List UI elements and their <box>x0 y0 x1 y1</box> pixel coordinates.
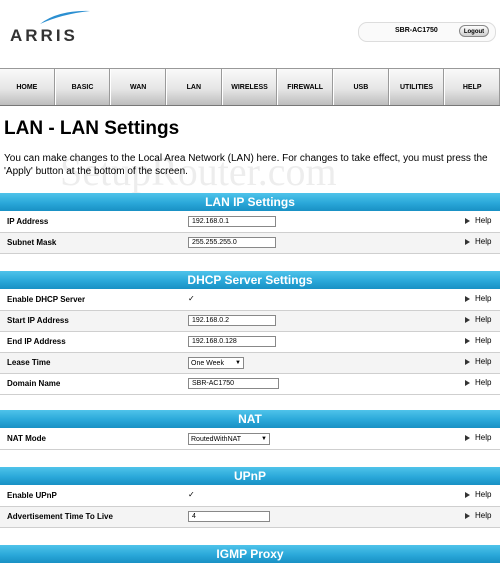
chevron-down-icon: ▼ <box>261 436 267 442</box>
lease-time-label: Lease Time <box>7 358 51 367</box>
main-nav: HOME BASIC WAN LAN WIRELESS FIREWALL USB… <box>0 68 500 106</box>
help-link-enable-dhcp[interactable]: Help <box>465 294 491 303</box>
help-link-nat-mode[interactable]: Help <box>465 433 491 442</box>
nav-utilities[interactable]: UTILITIES <box>388 69 445 105</box>
help-link-subnet-mask[interactable]: Help <box>465 237 491 246</box>
section-header-lan-ip: LAN IP Settings <box>0 193 500 211</box>
nav-help[interactable]: HELP <box>444 69 500 105</box>
page-intro: You can make changes to the Local Area N… <box>4 153 488 177</box>
enable-upnp-checkbox[interactable]: ✓ <box>188 491 196 499</box>
subnet-mask-label: Subnet Mask <box>7 238 57 247</box>
enable-dhcp-checkbox[interactable]: ✓ <box>188 295 196 303</box>
section-header-nat: NAT <box>0 410 500 428</box>
triangle-right-icon <box>465 358 470 365</box>
help-link-lease-time[interactable]: Help <box>465 357 491 366</box>
advertisement-ttl-input[interactable] <box>188 511 270 522</box>
lease-time-value: One Week <box>191 359 224 367</box>
nav-home[interactable]: HOME <box>0 69 55 105</box>
end-ip-label: End IP Address <box>7 337 66 346</box>
row-ip-address: IP Address Help <box>0 212 500 233</box>
section-header-dhcp: DHCP Server Settings <box>0 271 500 289</box>
help-label: Help <box>475 336 492 345</box>
logo-swoosh-icon <box>40 10 90 24</box>
nav-lan[interactable]: LAN <box>166 69 222 105</box>
row-enable-dhcp: Enable DHCP Server ✓ Help <box>0 290 500 311</box>
model-name: SBR-AC1750 <box>395 27 438 34</box>
enable-dhcp-label: Enable DHCP Server <box>7 295 86 304</box>
nat-mode-label: NAT Mode <box>7 434 46 443</box>
help-label: Help <box>475 490 492 499</box>
help-label: Help <box>475 315 492 324</box>
nav-basic[interactable]: BASIC <box>54 69 111 105</box>
row-start-ip: Start IP Address Help <box>0 311 500 332</box>
page-title: LAN - LAN Settings <box>4 118 180 139</box>
chevron-down-icon: ▼ <box>235 360 241 366</box>
nav-usb[interactable]: USB <box>333 69 389 105</box>
nav-wan[interactable]: WAN <box>110 69 167 105</box>
triangle-right-icon <box>465 491 470 498</box>
help-link-end-ip[interactable]: Help <box>465 336 491 345</box>
row-domain-name: Domain Name Help <box>0 374 500 395</box>
header: ARRIS SBR-AC1750 Logout <box>0 0 500 68</box>
section-header-upnp: UPnP <box>0 467 500 485</box>
section-header-igmp: IGMP Proxy <box>0 545 500 563</box>
nav-firewall[interactable]: FIREWALL <box>277 69 334 105</box>
lease-time-select[interactable]: One Week ▼ <box>188 357 244 369</box>
nat-mode-value: RoutedWithNAT <box>191 435 242 443</box>
nat-mode-select[interactable]: RoutedWithNAT ▼ <box>188 433 270 445</box>
triangle-right-icon <box>465 434 470 441</box>
help-label: Help <box>475 433 492 442</box>
model-box: SBR-AC1750 Logout <box>358 22 496 42</box>
logout-button[interactable]: Logout <box>459 25 489 37</box>
help-label: Help <box>475 237 492 246</box>
subnet-mask-input[interactable] <box>188 237 276 248</box>
triangle-right-icon <box>465 337 470 344</box>
help-label: Help <box>475 294 492 303</box>
triangle-right-icon <box>465 238 470 245</box>
ip-address-input[interactable] <box>188 216 276 227</box>
triangle-right-icon <box>465 295 470 302</box>
help-label: Help <box>475 378 492 387</box>
arris-logo: ARRIS <box>10 8 90 52</box>
help-link-domain-name[interactable]: Help <box>465 378 491 387</box>
ip-address-label: IP Address <box>7 217 49 226</box>
help-label: Help <box>475 216 492 225</box>
row-advertisement-ttl: Advertisement Time To Live Help <box>0 507 500 528</box>
row-lease-time: Lease Time One Week ▼ Help <box>0 353 500 374</box>
help-link-ip-address[interactable]: Help <box>465 216 491 225</box>
enable-upnp-label: Enable UPnP <box>7 491 57 500</box>
nav-wireless[interactable]: WIRELESS <box>221 69 278 105</box>
triangle-right-icon <box>465 316 470 323</box>
row-subnet-mask: Subnet Mask Help <box>0 233 500 254</box>
triangle-right-icon <box>465 379 470 386</box>
triangle-right-icon <box>465 217 470 224</box>
row-end-ip: End IP Address Help <box>0 332 500 353</box>
start-ip-label: Start IP Address <box>7 316 69 325</box>
logo-text: ARRIS <box>10 26 78 45</box>
row-enable-upnp: Enable UPnP ✓ Help <box>0 486 500 507</box>
advertisement-ttl-label: Advertisement Time To Live <box>7 512 113 521</box>
help-label: Help <box>475 511 492 520</box>
help-link-enable-upnp[interactable]: Help <box>465 490 491 499</box>
domain-name-label: Domain Name <box>7 379 61 388</box>
start-ip-input[interactable] <box>188 315 276 326</box>
triangle-right-icon <box>465 512 470 519</box>
row-nat-mode: NAT Mode RoutedWithNAT ▼ Help <box>0 429 500 450</box>
end-ip-input[interactable] <box>188 336 276 347</box>
help-link-start-ip[interactable]: Help <box>465 315 491 324</box>
help-label: Help <box>475 357 492 366</box>
help-link-advertisement-ttl[interactable]: Help <box>465 511 491 520</box>
domain-name-input[interactable] <box>188 378 279 389</box>
